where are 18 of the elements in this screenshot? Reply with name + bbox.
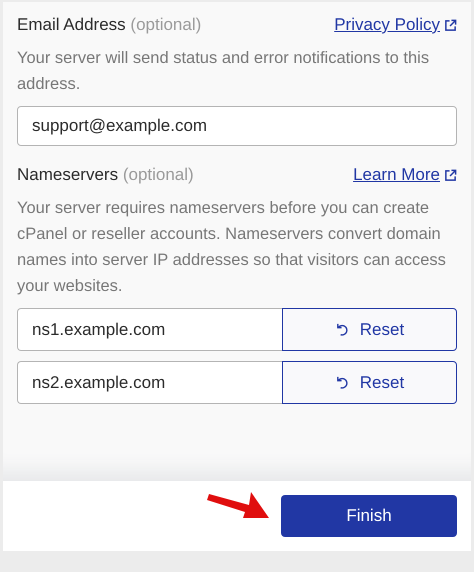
optional-label: (optional) — [122, 165, 194, 184]
undo-icon — [334, 322, 350, 337]
field-label: Nameservers — [17, 165, 118, 184]
optional-label: (optional) — [130, 15, 202, 34]
external-link-icon — [444, 18, 457, 32]
reset-button[interactable]: Reset — [282, 308, 457, 351]
reset-button[interactable]: Reset — [282, 361, 457, 404]
nameserver-field[interactable]: ns1.example.com — [17, 308, 282, 351]
nameserver-field[interactable]: ns2.example.com — [17, 361, 282, 404]
external-link[interactable]: Learn More — [353, 165, 457, 185]
external-link[interactable]: Privacy Policy — [334, 15, 457, 35]
description-text: Your server will send status and error notifications to this address. — [17, 48, 430, 95]
description-text: Your server requires nameservers before you can create cPanel or reseller accounts. Nameservers convert domain names into server IP addresses so that visitors can access your websites. — [17, 198, 447, 297]
external-link-icon — [444, 168, 457, 182]
undo-icon — [334, 375, 350, 390]
field-label: Email Address — [17, 15, 126, 34]
finish-button[interactable]: Finish — [281, 495, 457, 537]
email-field[interactable]: support@example.com — [17, 106, 457, 146]
